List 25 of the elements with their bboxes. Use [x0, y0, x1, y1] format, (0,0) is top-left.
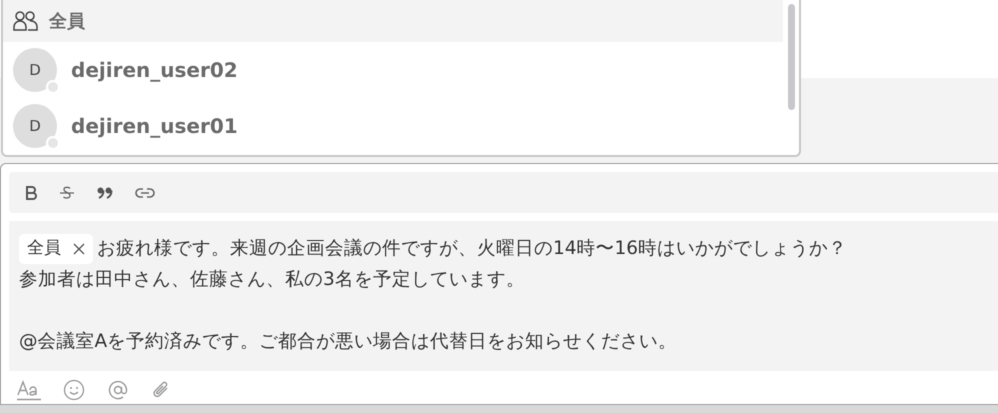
mention-label: 全員: [27, 237, 61, 260]
message-text: お疲れ様です。来週の企画会議の件ですが、火曜日の14時〜16時はいかがでしょうか？: [97, 238, 848, 259]
option-label: 全員: [49, 10, 85, 33]
avatar-initial: D: [29, 61, 41, 79]
message-input[interactable]: 全員 お疲れ様です。来週の企画会議の件ですが、火曜日の14時〜16時はいかがでしょうか？ 参加者は田中さん、佐藤さん、私の3名を予定しています。 @会議室Aを予約済みです。ご都合が悪い場合は代替日をお知らせください。: [9, 221, 998, 371]
message-editor[interactable]: 全員 お疲れ様です。来週の企画会議の件ですが、火曜日の14時〜16時はいかがでしょうか？ 参加者は田中さん、佐藤さん、私の3名を予定しています。 @会議室Aを予約済みです。ご都合が悪い場合は代替日をお知らせください。: [0, 163, 998, 405]
at-sign-icon[interactable]: [107, 379, 129, 401]
avatar-initial: D: [29, 117, 41, 135]
mention-option[interactable]: 全員: [3, 0, 783, 42]
user-option[interactable]: D dejiren_user02: [3, 42, 783, 98]
username: dejiren_user01: [71, 114, 238, 138]
mention-chip[interactable]: 全員: [19, 234, 93, 264]
emoji-icon[interactable]: [63, 379, 85, 401]
message-text: @会議室Aを予約済みです。ご都合が悪い場合は代替日をお知らせください。: [19, 331, 678, 352]
username: dejiren_user02: [71, 58, 238, 82]
message-text: 参加者は田中さん、佐藤さん、私の3名を予定しています。: [19, 269, 525, 290]
link-icon[interactable]: [135, 186, 155, 198]
close-icon[interactable]: [73, 242, 85, 255]
scrollbar-thumb[interactable]: [788, 4, 794, 110]
text-format-icon[interactable]: [17, 379, 41, 401]
bold-icon[interactable]: [25, 186, 37, 200]
user-option[interactable]: D dejiren_user01: [3, 98, 783, 154]
quote-icon[interactable]: [97, 186, 113, 198]
strikethrough-icon[interactable]: [59, 184, 75, 200]
people-icon: [13, 10, 39, 32]
